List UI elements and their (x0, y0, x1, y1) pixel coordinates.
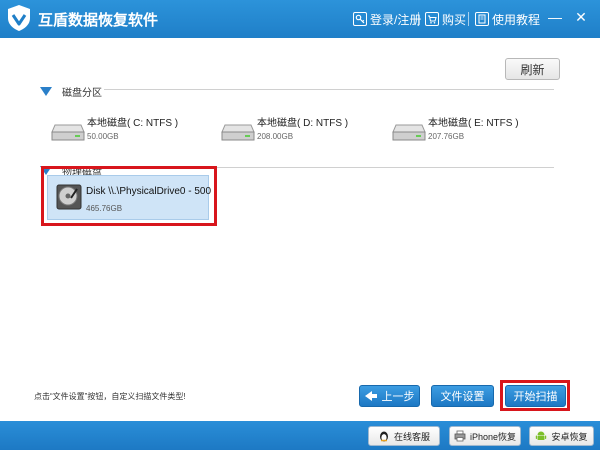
iphone-recovery-label: iPhone恢复 (469, 431, 517, 442)
key-icon (353, 12, 367, 26)
title-bar: 互盾数据恢复软件 登录/注册 购买 使用教程 — ✕ (0, 0, 600, 38)
printer-icon (454, 430, 466, 442)
drive-name: 本地磁盘( E: NTFS ) (428, 118, 519, 129)
drive-item-e[interactable]: 本地磁盘( E: NTFS ) 207.76GB (392, 112, 542, 152)
drive-size: 207.76GB (428, 132, 465, 141)
online-support-button[interactable]: 在线客服 (368, 426, 440, 446)
refresh-button[interactable]: 刷新 (505, 58, 560, 80)
drive-size: 208.00GB (257, 132, 294, 141)
buy-label: 购买 (442, 12, 467, 27)
collapse-triangle-icon[interactable] (40, 87, 52, 96)
app-title: 互盾数据恢复软件 (38, 12, 159, 29)
close-button[interactable]: ✕ (572, 8, 590, 26)
minimize-icon: — (548, 9, 562, 25)
disk-platter-icon (56, 184, 82, 210)
hard-drive-icon (51, 124, 85, 141)
buy-link[interactable]: 购买 (425, 10, 466, 28)
file-settings-button[interactable]: 文件设置 (431, 385, 494, 407)
partition-section-header[interactable]: 磁盘分区 (40, 84, 110, 99)
app-logo-icon (8, 5, 30, 31)
android-icon (536, 431, 547, 440)
drive-name: 本地磁盘( D: NTFS ) (257, 118, 349, 129)
previous-step-button[interactable]: 上一步 (359, 385, 420, 407)
drive-name: 本地磁盘( C: NTFS ) (87, 118, 179, 129)
collapse-triangle-icon[interactable] (40, 166, 52, 175)
hard-drive-icon (392, 124, 426, 141)
title-separator (468, 12, 469, 26)
iphone-recovery-button[interactable]: iPhone恢复 (449, 426, 521, 446)
title-separator (418, 12, 419, 26)
section-divider (104, 167, 554, 168)
partition-section-label: 磁盘分区 (62, 88, 102, 99)
drive-item-d[interactable]: 本地磁盘( D: NTFS ) 208.00GB (221, 112, 371, 152)
settings-hint-text: 点击“文件设置”按钮，自定义扫描文件类型! (34, 392, 186, 401)
start-scan-button[interactable]: 开始扫描 (505, 385, 566, 407)
hard-drive-icon (221, 124, 255, 141)
login-label: 登录/注册 (370, 12, 422, 27)
login-link[interactable]: 登录/注册 (353, 10, 421, 28)
penguin-icon (379, 431, 388, 442)
drive-size: 50.00GB (87, 132, 119, 141)
online-support-label: 在线客服 (393, 431, 430, 442)
android-recovery-label: 安卓恢复 (551, 431, 588, 442)
close-icon: ✕ (575, 8, 587, 25)
tutorial-link[interactable]: 使用教程 (475, 10, 540, 28)
tutorial-label: 使用教程 (492, 12, 541, 27)
physical-disk-name: Disk \\.\PhysicalDrive0 - 500 (86, 186, 212, 197)
physical-disk-size: 465.76GB (86, 204, 123, 213)
book-icon (475, 12, 489, 26)
drive-item-c[interactable]: 本地磁盘( C: NTFS ) 50.00GB (51, 112, 201, 152)
previous-step-label: 上一步 (381, 391, 415, 403)
minimize-button[interactable]: — (546, 8, 564, 26)
physical-disk-item[interactable]: Disk \\.\PhysicalDrive0 - 500 465.76GB (47, 175, 212, 220)
cart-icon (425, 12, 439, 26)
section-divider (104, 89, 554, 90)
android-recovery-button[interactable]: 安卓恢复 (529, 426, 594, 446)
arrow-left-icon (364, 391, 377, 401)
